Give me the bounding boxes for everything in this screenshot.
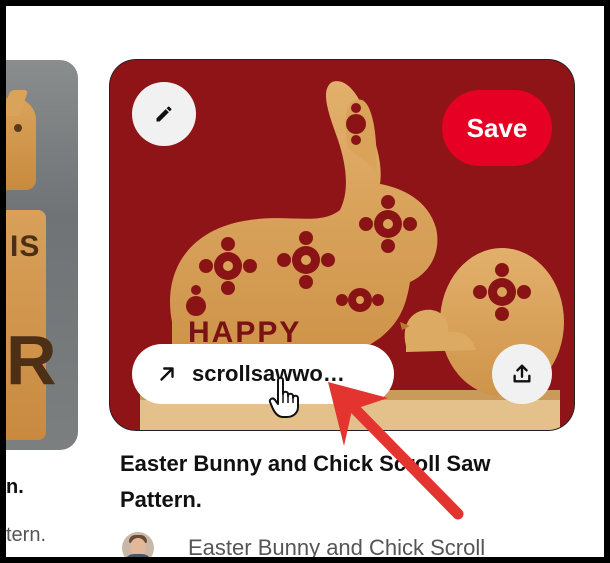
wood-eye	[14, 124, 22, 132]
arrow-up-right-icon	[160, 367, 174, 381]
left-pin-title[interactable]: n.	[6, 476, 24, 499]
left-pin-subtitle: tern.	[6, 524, 47, 546]
hand-pointer-cursor	[268, 376, 299, 418]
pin-author-text: Easter Bunny and Chick Scroll	[188, 535, 486, 557]
share-button[interactable]	[492, 344, 552, 404]
left-image-text-2: R	[6, 321, 57, 399]
screenshot-frame: IS R n. tern. HAPPY Save scrollsawwo… Ea…	[6, 6, 604, 557]
avatar[interactable]	[122, 532, 154, 557]
pin-image[interactable]: HAPPY Save scrollsawwo…	[110, 60, 574, 430]
share-upload-icon	[513, 364, 531, 383]
source-link-button[interactable]: scrollsawwo…	[132, 344, 394, 404]
left-pin-image[interactable]: IS R	[6, 60, 78, 450]
left-image-text-1: IS	[10, 230, 41, 263]
pin-author-row[interactable]: Easter Bunny and Chick Scroll	[122, 532, 485, 557]
save-button[interactable]: Save	[442, 90, 552, 166]
edit-button[interactable]	[132, 82, 196, 146]
pin-title[interactable]: Easter Bunny and Chick Scroll Saw Patter…	[120, 446, 550, 518]
pencil-icon	[156, 106, 172, 122]
